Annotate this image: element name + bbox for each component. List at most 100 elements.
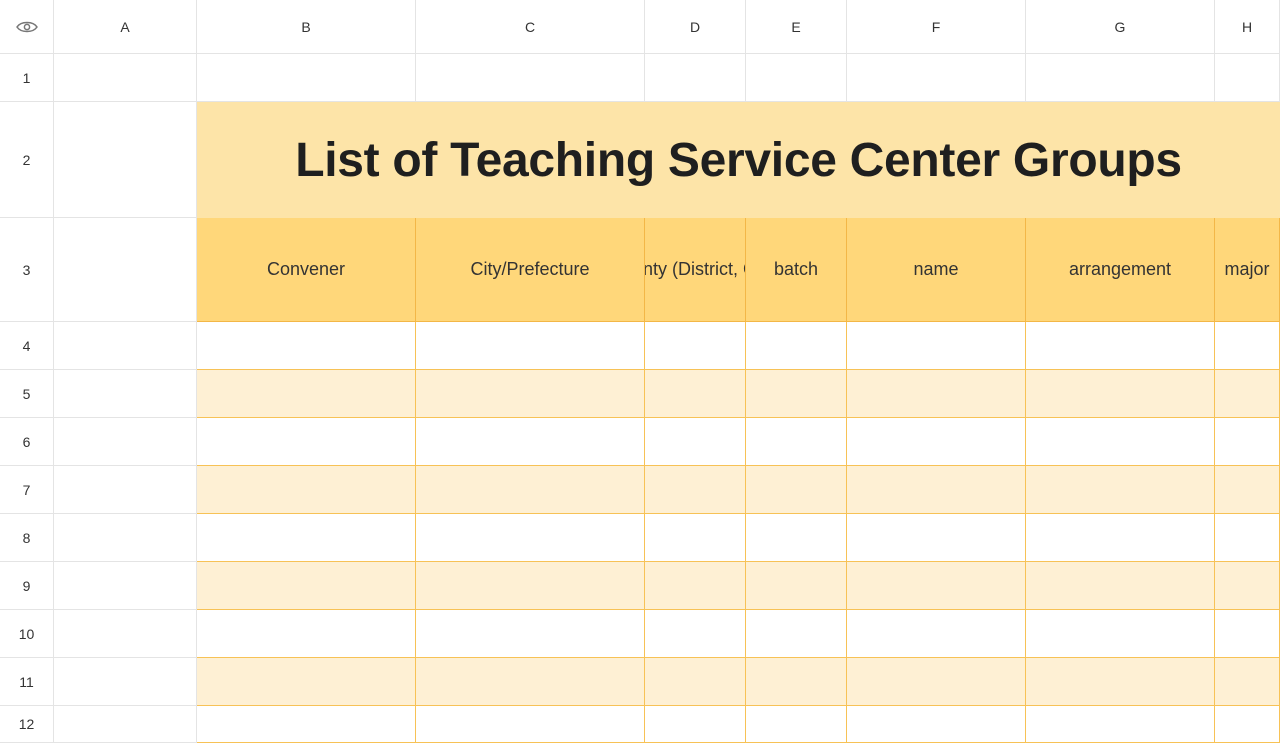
table-cell[interactable] [847, 466, 1026, 514]
table-header-cell[interactable]: arrangement [1026, 218, 1215, 322]
table-cell[interactable] [645, 370, 746, 418]
table-cell[interactable] [416, 370, 645, 418]
row-header-11[interactable]: 11 [0, 658, 54, 706]
grid-cell[interactable] [746, 54, 847, 102]
table-cell[interactable] [645, 706, 746, 743]
table-cell[interactable] [1026, 658, 1215, 706]
column-header-h[interactable]: H [1215, 0, 1280, 54]
table-header-cell[interactable]: County (District, City) [645, 218, 746, 322]
table-cell[interactable] [746, 514, 847, 562]
table-header-cell[interactable]: major [1215, 218, 1280, 322]
table-cell[interactable] [847, 322, 1026, 370]
table-cell[interactable] [847, 562, 1026, 610]
table-cell[interactable] [197, 466, 416, 514]
row-header-10[interactable]: 10 [0, 610, 54, 658]
table-cell[interactable] [847, 706, 1026, 743]
table-cell[interactable] [746, 418, 847, 466]
column-header-c[interactable]: C [416, 0, 645, 54]
row-header-3[interactable]: 3 [0, 218, 54, 322]
grid-cell[interactable] [54, 54, 197, 102]
column-header-b[interactable]: B [197, 0, 416, 54]
table-header-cell[interactable]: batch [746, 218, 847, 322]
table-cell[interactable] [746, 706, 847, 743]
table-cell[interactable] [197, 658, 416, 706]
row-header-6[interactable]: 6 [0, 418, 54, 466]
column-header-d[interactable]: D [645, 0, 746, 54]
grid-cell[interactable] [54, 706, 197, 743]
table-cell[interactable] [746, 322, 847, 370]
table-cell[interactable] [1026, 610, 1215, 658]
table-cell[interactable] [746, 562, 847, 610]
table-cell[interactable] [197, 514, 416, 562]
table-cell[interactable] [197, 562, 416, 610]
grid-cell[interactable] [645, 54, 746, 102]
row-header-5[interactable]: 5 [0, 370, 54, 418]
table-cell[interactable] [847, 370, 1026, 418]
grid-cell[interactable] [54, 466, 197, 514]
table-cell[interactable] [847, 418, 1026, 466]
table-cell[interactable] [1215, 562, 1280, 610]
table-cell[interactable] [1026, 322, 1215, 370]
select-all-corner[interactable] [0, 0, 54, 54]
grid-cell[interactable] [54, 370, 197, 418]
table-cell[interactable] [645, 466, 746, 514]
table-cell[interactable] [1215, 658, 1280, 706]
table-cell[interactable] [746, 658, 847, 706]
table-cell[interactable] [416, 514, 645, 562]
grid-cell[interactable] [54, 322, 197, 370]
table-cell[interactable] [1215, 370, 1280, 418]
table-cell[interactable] [416, 706, 645, 743]
grid-cell[interactable] [847, 54, 1026, 102]
table-cell[interactable] [645, 514, 746, 562]
row-header-12[interactable]: 12 [0, 706, 54, 743]
sheet-title[interactable]: List of Teaching Service Center Groups [197, 102, 1280, 218]
table-cell[interactable] [1215, 466, 1280, 514]
grid-cell[interactable] [54, 418, 197, 466]
table-cell[interactable] [197, 610, 416, 658]
column-header-g[interactable]: G [1026, 0, 1215, 54]
table-cell[interactable] [1026, 466, 1215, 514]
grid-cell[interactable] [54, 102, 197, 218]
grid-cell[interactable] [54, 218, 197, 322]
table-cell[interactable] [197, 370, 416, 418]
table-header-cell[interactable]: Convener [197, 218, 416, 322]
grid-cell[interactable] [197, 54, 416, 102]
grid-cell[interactable] [54, 562, 197, 610]
table-cell[interactable] [645, 658, 746, 706]
table-cell[interactable] [1026, 514, 1215, 562]
table-cell[interactable] [645, 418, 746, 466]
table-cell[interactable] [645, 562, 746, 610]
column-header-e[interactable]: E [746, 0, 847, 54]
table-cell[interactable] [416, 610, 645, 658]
row-header-4[interactable]: 4 [0, 322, 54, 370]
grid-cell[interactable] [416, 54, 645, 102]
table-cell[interactable] [746, 466, 847, 514]
table-cell[interactable] [746, 610, 847, 658]
table-cell[interactable] [1215, 610, 1280, 658]
row-header-2[interactable]: 2 [0, 102, 54, 218]
row-header-1[interactable]: 1 [0, 54, 54, 102]
row-header-9[interactable]: 9 [0, 562, 54, 610]
grid-cell[interactable] [54, 658, 197, 706]
table-cell[interactable] [847, 658, 1026, 706]
table-header-cell[interactable]: name [847, 218, 1026, 322]
column-header-f[interactable]: F [847, 0, 1026, 54]
table-cell[interactable] [197, 706, 416, 743]
table-cell[interactable] [197, 418, 416, 466]
table-cell[interactable] [1215, 322, 1280, 370]
row-header-7[interactable]: 7 [0, 466, 54, 514]
table-cell[interactable] [847, 610, 1026, 658]
table-cell[interactable] [416, 466, 645, 514]
table-cell[interactable] [1215, 514, 1280, 562]
table-cell[interactable] [645, 322, 746, 370]
grid-cell[interactable] [54, 610, 197, 658]
table-cell[interactable] [645, 610, 746, 658]
table-cell[interactable] [1026, 562, 1215, 610]
grid-cell[interactable] [54, 514, 197, 562]
grid-cell[interactable] [1215, 54, 1280, 102]
row-header-8[interactable]: 8 [0, 514, 54, 562]
grid-cell[interactable] [1026, 54, 1215, 102]
table-cell[interactable] [746, 370, 847, 418]
eye-icon[interactable] [15, 20, 38, 34]
table-cell[interactable] [1026, 418, 1215, 466]
